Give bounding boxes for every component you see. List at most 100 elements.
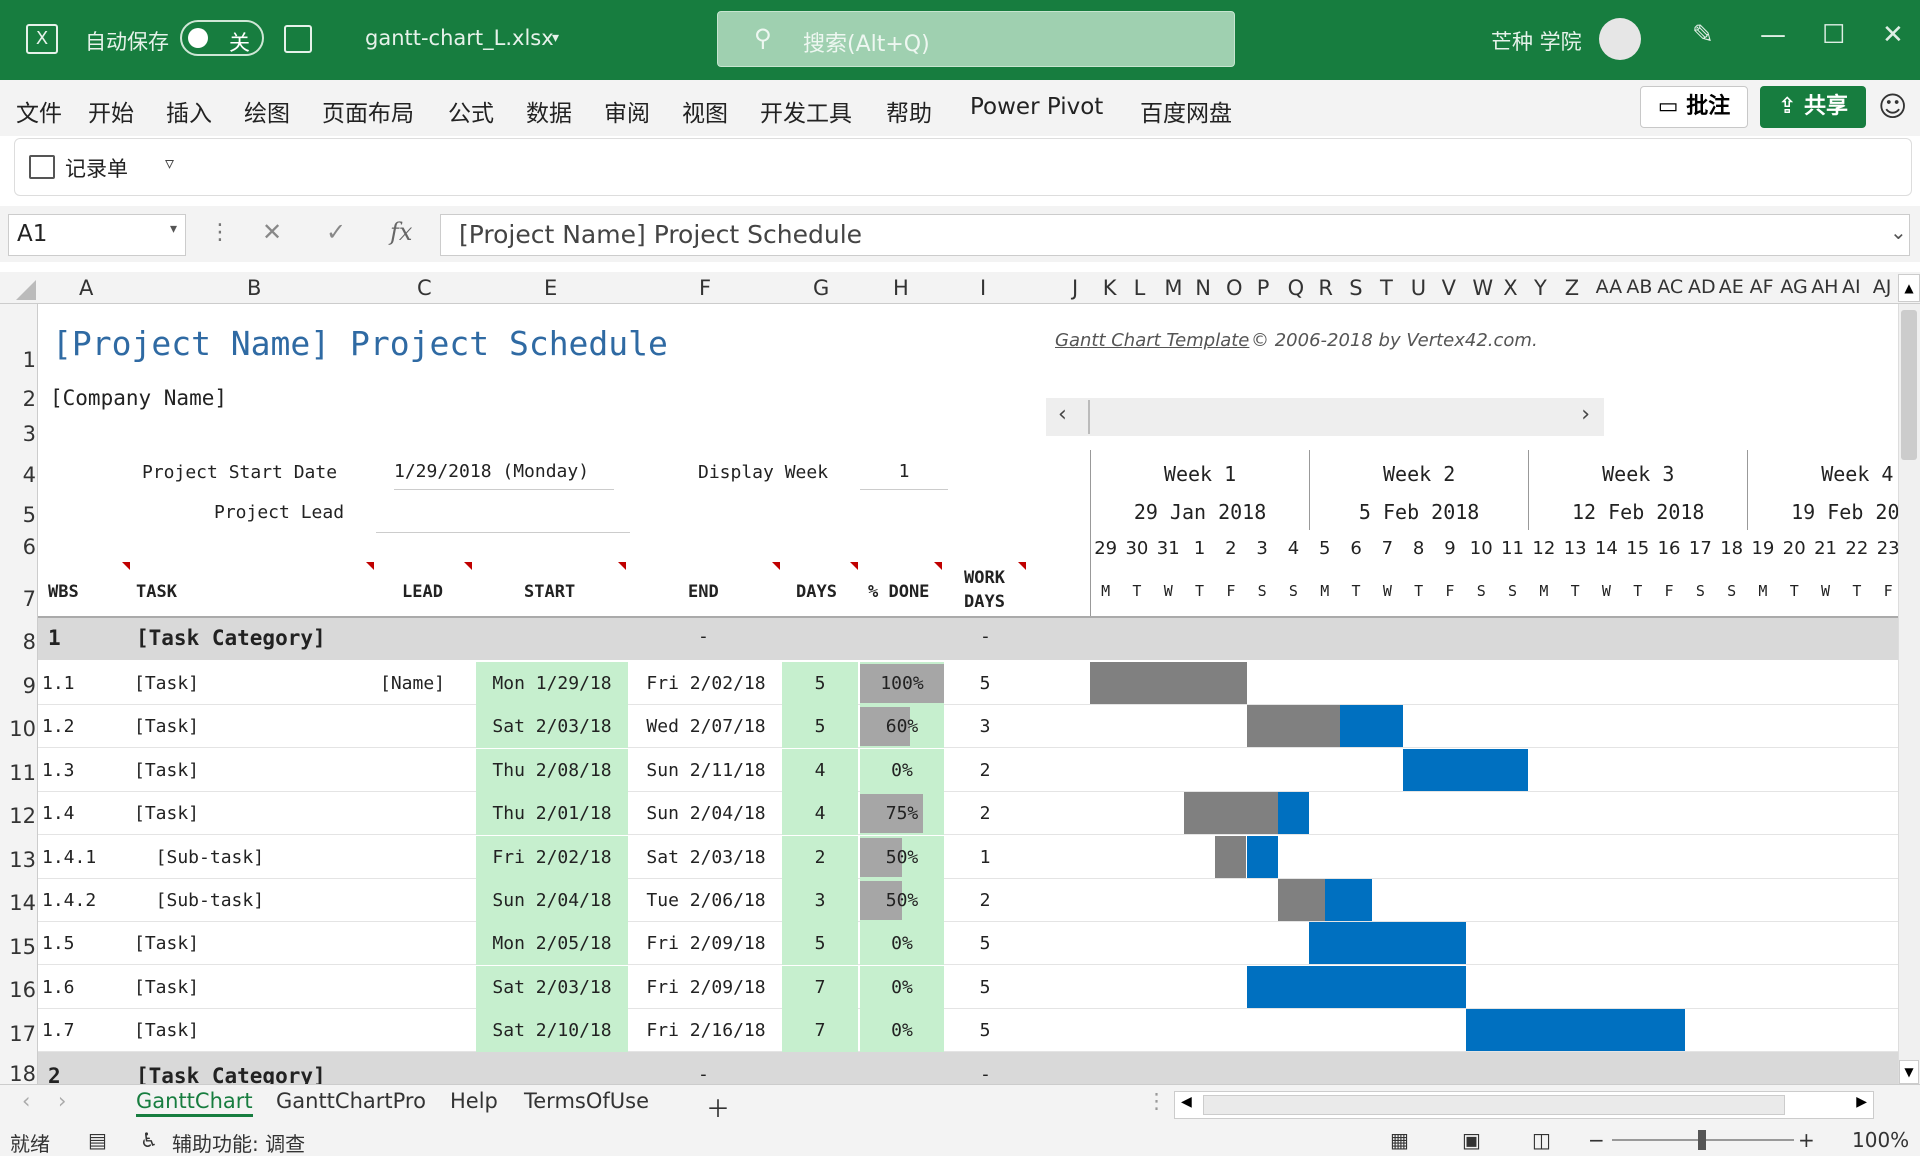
col-header[interactable]: AG xyxy=(1780,276,1807,298)
start-cell[interactable]: Thu 2/08/18 xyxy=(476,760,628,781)
task-row[interactable]: 1.5 [Task] Mon 2/05/18 Fri 2/09/18 5 0% 5 xyxy=(38,922,1898,966)
col-header[interactable]: P xyxy=(1257,276,1270,300)
col-header[interactable]: M xyxy=(1164,276,1182,300)
days-cell[interactable]: 5 xyxy=(782,673,858,694)
menu-review[interactable]: 审阅 xyxy=(604,94,650,128)
end-cell[interactable]: Fri 2/09/18 xyxy=(630,933,782,954)
wbs-cell[interactable]: 1.5 xyxy=(42,933,122,954)
col-header[interactable]: AB xyxy=(1626,276,1652,298)
work-days-cell[interactable]: 5 xyxy=(946,977,1024,998)
end-cell[interactable]: Fri 2/16/18 xyxy=(630,1020,782,1041)
start-cell[interactable]: Mon 2/05/18 xyxy=(476,933,628,954)
menu-formulas[interactable]: 公式 xyxy=(448,94,494,128)
days-cell[interactable]: 2 xyxy=(782,847,858,868)
task-row[interactable]: 1.1 [Task] [Name] Mon 1/29/18 Fri 2/02/18 5 10… xyxy=(38,662,1898,705)
menu-draw[interactable]: 绘图 xyxy=(244,94,290,128)
col-header[interactable]: F xyxy=(699,276,711,300)
zoom-out-icon[interactable]: − xyxy=(1588,1128,1605,1152)
row-header[interactable]: 1 xyxy=(0,348,36,372)
scroll-down-button[interactable]: ▼ xyxy=(1899,1060,1919,1084)
lead-cell[interactable]: [Name] xyxy=(380,673,470,694)
col-header[interactable]: G xyxy=(813,276,829,300)
start-cell[interactable]: Sat 2/03/18 xyxy=(476,977,628,998)
col-header[interactable]: AD xyxy=(1688,276,1716,298)
wbs-cell[interactable]: 1.2 xyxy=(42,716,122,737)
task-row[interactable]: 1.3 [Task] Thu 2/08/18 Sun 2/11/18 4 0% 2 xyxy=(38,748,1898,792)
work-days-cell[interactable]: 2 xyxy=(946,760,1024,781)
days-cell[interactable]: 3 xyxy=(782,890,858,911)
work-days-cell[interactable]: 2 xyxy=(946,890,1024,911)
task-cell[interactable]: [Task] xyxy=(134,977,364,998)
col-header[interactable]: H xyxy=(893,276,909,300)
wbs-cell[interactable]: 1.1 xyxy=(42,673,122,694)
col-header[interactable]: AF xyxy=(1750,276,1774,298)
cancel-icon[interactable]: ✕ xyxy=(262,218,282,246)
days-cell[interactable]: 7 xyxy=(782,977,858,998)
work-days-cell[interactable]: 3 xyxy=(946,716,1024,737)
share-button[interactable]: ⇪ 共享 xyxy=(1760,86,1866,128)
gantt-bar-remaining[interactable] xyxy=(1277,792,1310,835)
page-break-icon[interactable]: ◫ xyxy=(1532,1128,1551,1152)
done-cell[interactable]: 60% xyxy=(860,716,944,737)
task-row[interactable]: 1.4.1 [Sub-task] Fri 2/02/18 Sat 2/03/18 2 5… xyxy=(38,835,1898,879)
task-cell[interactable]: [Task] xyxy=(134,716,364,737)
col-header[interactable]: E xyxy=(544,276,557,300)
gantt-bar-remaining[interactable] xyxy=(1309,922,1466,965)
scroll-left-button[interactable]: ◀ xyxy=(1181,1094,1192,1110)
menu-page-layout[interactable]: 页面布局 xyxy=(322,94,414,128)
comment-button[interactable]: ▭ 批注 xyxy=(1640,86,1748,128)
function-icon[interactable]: fx xyxy=(390,218,412,246)
wbs-cell[interactable]: 1.3 xyxy=(42,760,122,781)
days-cell[interactable]: 5 xyxy=(782,716,858,737)
row-header[interactable]: 8 xyxy=(0,630,36,654)
tab-next-icon[interactable]: › xyxy=(58,1089,66,1113)
wbs-cell[interactable]: 1.4.1 xyxy=(42,847,122,868)
end-cell[interactable]: Sun 2/11/18 xyxy=(630,760,782,781)
row-header[interactable]: 7 xyxy=(0,587,36,611)
wbs-cell[interactable]: 1.4 xyxy=(42,803,122,824)
chevron-down-icon[interactable]: ▿ xyxy=(165,153,174,174)
start-cell[interactable]: Sat 2/10/18 xyxy=(476,1020,628,1041)
row-header[interactable]: 11 xyxy=(0,761,36,785)
menu-data[interactable]: 数据 xyxy=(526,94,572,128)
menu-baidu[interactable]: 百度网盘 xyxy=(1140,94,1232,128)
gantt-bar-done[interactable] xyxy=(1090,662,1247,704)
task-row[interactable]: 1.4 [Task] Thu 2/01/18 Sun 2/04/18 4 75% 2 xyxy=(38,792,1898,836)
chevron-left-icon[interactable]: ‹ xyxy=(1058,402,1067,427)
col-header[interactable]: O xyxy=(1226,276,1243,300)
zoom-slider[interactable] xyxy=(1612,1130,1794,1150)
maximize-icon[interactable]: ☐ xyxy=(1822,20,1845,50)
row-header[interactable]: 14 xyxy=(0,891,36,915)
gantt-scroll-control[interactable]: ‹ › xyxy=(1046,398,1604,436)
normal-view-icon[interactable]: ▦ xyxy=(1390,1128,1409,1152)
row-header[interactable]: 6 xyxy=(0,535,36,559)
gantt-bar-remaining[interactable] xyxy=(1246,835,1278,878)
tab-ganttchartpro[interactable]: GanttChartPro xyxy=(276,1089,426,1113)
horizontal-scrollbar[interactable]: ◀ ▶ xyxy=(1174,1091,1874,1119)
menu-help[interactable]: 帮助 xyxy=(886,94,932,128)
col-header[interactable]: AA xyxy=(1596,276,1623,298)
done-cell[interactable]: 75% xyxy=(860,803,944,824)
display-week-value[interactable]: 1 xyxy=(860,461,948,490)
tab-ganttchart[interactable]: GanttChart xyxy=(136,1089,253,1117)
done-cell[interactable]: 0% xyxy=(860,933,944,954)
col-header[interactable]: K xyxy=(1103,276,1117,300)
more-icon[interactable]: ⋮ xyxy=(1146,1089,1167,1113)
chevron-down-icon[interactable]: ▾ xyxy=(552,30,559,46)
menu-file[interactable]: 文件 xyxy=(16,94,62,128)
col-header[interactable]: Y xyxy=(1534,276,1547,300)
col-header[interactable]: AH xyxy=(1811,276,1838,298)
row-header[interactable]: 18 xyxy=(0,1062,36,1086)
tab-prev-icon[interactable]: ‹ xyxy=(22,1089,30,1113)
menu-power-pivot[interactable]: Power Pivot xyxy=(970,94,1103,120)
col-header[interactable]: J xyxy=(1072,276,1078,300)
form-button[interactable]: 记录单 xyxy=(65,153,128,183)
gantt-bar-done[interactable] xyxy=(1183,792,1278,835)
wbs-cell[interactable]: 1.7 xyxy=(42,1020,122,1041)
row-header[interactable]: 10 xyxy=(0,717,36,741)
work-days-cell[interactable]: 5 xyxy=(946,933,1024,954)
project-lead-value[interactable] xyxy=(376,532,630,533)
chevron-down-icon[interactable]: ▾ xyxy=(170,221,177,237)
search-box[interactable]: ⚲ 搜索(Alt+Q) xyxy=(717,11,1235,67)
avatar[interactable] xyxy=(1599,18,1641,60)
